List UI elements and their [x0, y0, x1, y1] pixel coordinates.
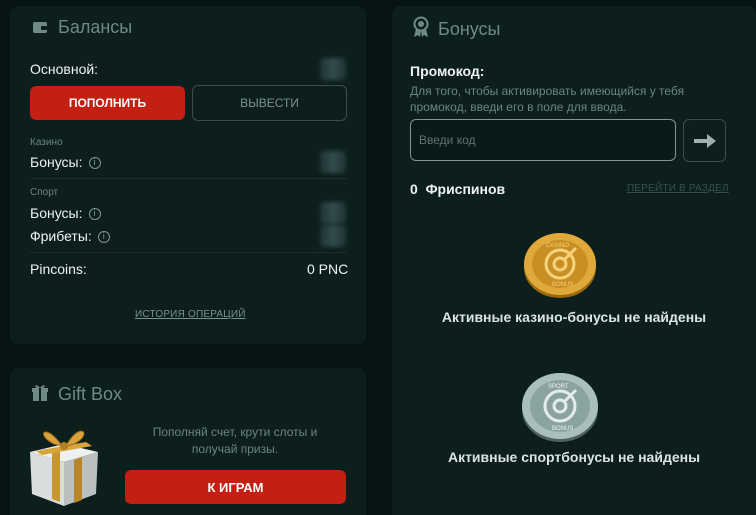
goto-section-link[interactable]: ПЕРЕЙТИ В РАЗДЕЛ — [627, 183, 729, 194]
history-link[interactable]: ИСТОРИЯ ОПЕРАЦИЙ — [135, 309, 246, 320]
info-icon[interactable]: i — [97, 231, 110, 244]
submit-promo-button[interactable] — [683, 119, 726, 162]
freebets-label: Фрибеты: — [30, 228, 92, 244]
main-balance-value — [320, 58, 346, 80]
sport-section-label: Спорт — [30, 187, 59, 198]
promo-label: Промокод: — [410, 63, 485, 79]
freespins-label: Фриспинов — [425, 181, 506, 197]
divider — [30, 252, 347, 253]
giftbox-panel: Gift Box Пополняй счет, крути слоты и по… — [10, 368, 366, 515]
casino-bonus-coin-image: CASINO BONUS — [524, 233, 596, 298]
promo-hint: Для того, чтобы активировать имеющийся у… — [410, 84, 685, 114]
sport-bonus-coin-image: SPORT BONUS — [522, 373, 598, 442]
freespins-row: 0 Фриспинов — [410, 181, 505, 197]
divider — [30, 178, 347, 179]
sport-bonus-value — [320, 202, 346, 224]
casino-bonus-label: Бонусы: — [30, 154, 83, 170]
arrow-right-icon — [693, 133, 716, 148]
gift-box-image — [30, 430, 98, 506]
withdraw-button[interactable]: ВЫВЕСТИ — [192, 85, 347, 121]
sport-coin-sub: BONUS — [552, 426, 573, 432]
info-icon[interactable]: i — [88, 157, 101, 170]
pincoins-value: 0 PNC — [307, 261, 349, 277]
play-games-button[interactable]: К ИГРАМ — [125, 470, 346, 504]
promo-code-input[interactable] — [410, 119, 676, 161]
freebets-value — [320, 225, 346, 247]
casino-bonus-value — [320, 151, 346, 173]
deposit-button[interactable]: ПОПОЛНИТЬ — [30, 86, 185, 120]
freespins-count: 0 — [410, 181, 418, 197]
casino-empty-message: Активные казино-бонусы не найдены — [441, 309, 707, 325]
sport-bonus-row: Бонусы: i — [30, 205, 101, 221]
sport-bonus-label: Бонусы: — [30, 205, 83, 221]
giftbox-title: Gift Box — [58, 384, 123, 404]
balances-panel: Балансы Основной: ПОПОЛНИТЬ ВЫВЕСТИ Кази… — [10, 6, 366, 344]
casino-section-label: Казино — [30, 137, 63, 148]
info-icon[interactable]: i — [88, 208, 101, 221]
giftbox-description: Пополняй счет, крути слоты и получай при… — [152, 425, 318, 456]
bonuses-panel: Бонусы Промокод: Для того, чтобы активир… — [392, 6, 756, 515]
sport-coin-label: SPORT — [548, 384, 569, 390]
casino-coin-sub: BONUS — [552, 282, 573, 288]
main-balance-label: Основной: — [30, 61, 99, 77]
casino-bonus-row: Бонусы: i — [30, 154, 101, 170]
freebets-row: Фрибеты: i — [30, 228, 110, 244]
award-icon — [413, 16, 429, 37]
pincoins-label: Pincoins: — [30, 261, 87, 277]
gift-icon — [32, 385, 48, 401]
sport-empty-message: Активные спортбонусы не найдены — [447, 449, 701, 465]
casino-coin-label: CASINO — [546, 243, 569, 249]
balances-title: Балансы — [58, 17, 133, 37]
wallet-icon — [33, 22, 47, 33]
bonuses-title: Бонусы — [438, 19, 501, 39]
